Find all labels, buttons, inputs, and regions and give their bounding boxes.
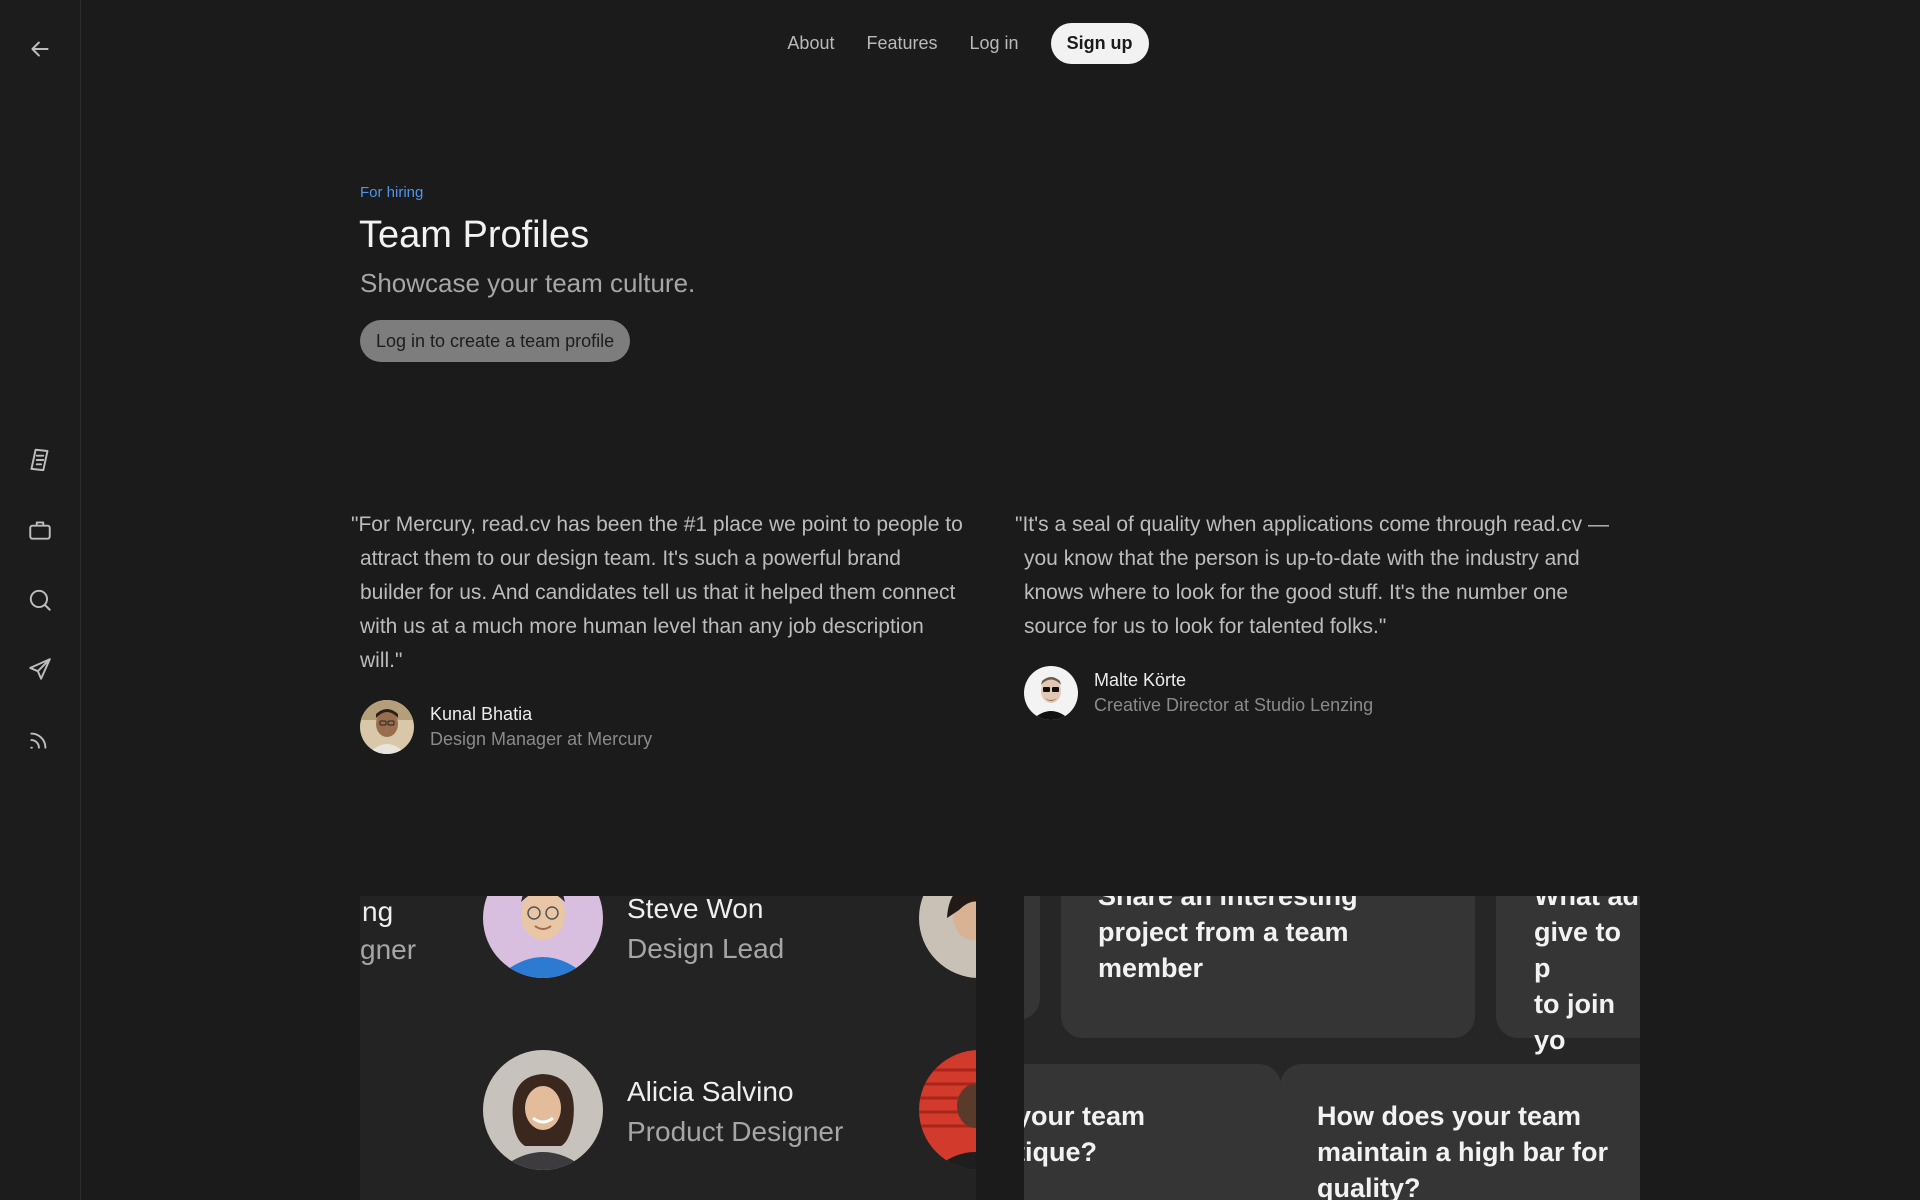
avatar (360, 700, 414, 754)
question-text-line: your team tique? (1024, 1101, 1146, 1167)
author-role: Design Manager at Mercury (430, 729, 653, 749)
nav-about-link[interactable]: About (771, 33, 850, 54)
quote-text: "It's a seal of quality when application… (1015, 513, 1609, 638)
top-navigation: About Features Log in Sign up (0, 22, 1920, 64)
signup-button[interactable]: Sign up (1050, 22, 1149, 64)
member-name: Steve Won (627, 896, 764, 924)
quote-author: Malte Körte Creative Director at Studio … (1015, 666, 1631, 720)
page-subtitle: Showcase your team culture. (360, 268, 696, 298)
page-title: Team Profiles (359, 214, 590, 256)
question-text: your team tique? (1024, 1098, 1145, 1170)
member-role: Product Designer (627, 1116, 844, 1147)
team-members-preview: ng gner Steve Won Design Lead Alicia Sal… (360, 896, 976, 1200)
team-questions-preview: Share an interesting project from a team… (1024, 896, 1640, 1200)
nav-features-link[interactable]: Features (850, 33, 953, 54)
question-card (1024, 896, 1040, 1020)
avatar (483, 1050, 603, 1170)
question-text: How does your team maintain a high bar f… (1317, 1098, 1608, 1200)
avatar (919, 1050, 976, 1170)
author-name: Kunal Bhatia (430, 704, 533, 724)
eyebrow-label: For hiring (360, 184, 424, 201)
document-icon[interactable] (24, 444, 56, 476)
quote-text: "For Mercury, read.cv has been the #1 pl… (351, 513, 963, 672)
avatar (483, 896, 603, 978)
sidebar (0, 0, 81, 1200)
search-icon[interactable] (24, 584, 56, 616)
nav-login-link[interactable]: Log in (954, 33, 1035, 54)
testimonial-quote: "It's a seal of quality when application… (1015, 508, 1631, 720)
avatar (1024, 666, 1078, 720)
testimonial-quote: "For Mercury, read.cv has been the #1 pl… (351, 508, 967, 754)
member-name: ng (362, 896, 394, 927)
briefcase-icon[interactable] (24, 514, 56, 546)
member-name: Alicia Salvino (627, 1076, 794, 1107)
question-text-line: What ad give to p to join yo (1534, 896, 1639, 1055)
question-text: Share an interesting project from a team… (1098, 896, 1358, 986)
author-name: Malte Körte (1094, 670, 1187, 690)
send-icon[interactable] (24, 653, 56, 685)
author-role: Creative Director at Studio Lenzing (1094, 695, 1374, 715)
member-role: Design Lead (627, 933, 785, 964)
question-text-line: How does your team maintain a high bar f… (1317, 1101, 1609, 1200)
member-role: gner (360, 934, 417, 965)
avatar (919, 896, 976, 978)
quote-author: Kunal Bhatia Design Manager at Mercury (351, 700, 967, 754)
create-team-profile-button[interactable]: Log in to create a team profile (360, 320, 631, 362)
question-text: What ad give to p to join yo (1534, 896, 1640, 1058)
rss-icon[interactable] (24, 723, 56, 755)
question-text-line: Share an interesting project from a team… (1098, 896, 1358, 983)
